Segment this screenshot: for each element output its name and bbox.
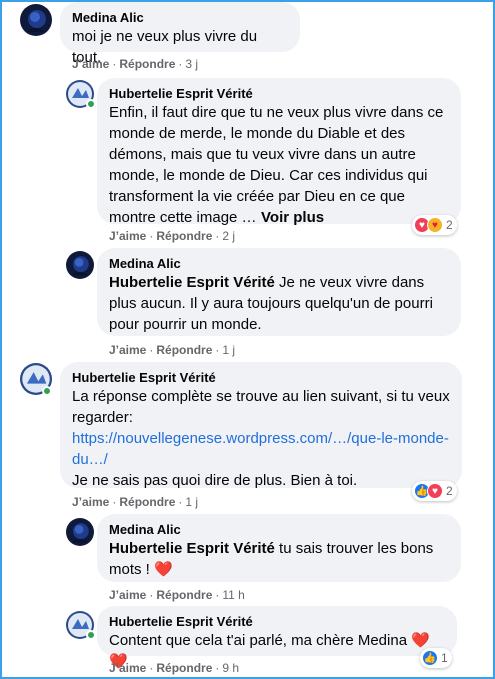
- comment-author[interactable]: Medina Alic: [109, 255, 449, 272]
- reaction-summary[interactable]: 👍 1: [420, 648, 452, 668]
- like-link[interactable]: J’aime: [72, 57, 109, 71]
- comment-actions: J’aime · Répondre · 3 j: [72, 57, 199, 71]
- mention-link[interactable]: Hubertelie Esprit Vérité: [109, 274, 275, 291]
- like-reaction-icon: 👍: [422, 650, 438, 666]
- comment-time[interactable]: 9 h: [222, 661, 239, 675]
- comment-time[interactable]: 3 j: [185, 57, 198, 71]
- comment-bubble: Medina Alic Hubertelie Esprit Vérité tu …: [97, 514, 461, 582]
- see-more-link[interactable]: Voir plus: [261, 209, 324, 226]
- comment-time[interactable]: 1 j: [222, 343, 235, 357]
- comment-author[interactable]: Medina Alic: [72, 9, 288, 26]
- reply-link[interactable]: Répondre: [156, 661, 212, 675]
- comment-time[interactable]: 1 j: [185, 495, 198, 509]
- comment-time[interactable]: 2 j: [222, 229, 235, 243]
- comment-bubble: Hubertelie Esprit Vérité Content que cel…: [97, 606, 457, 670]
- reaction-summary[interactable]: ♥ ♥ 2: [412, 215, 457, 235]
- reaction-summary[interactable]: 👍 ♥ 2: [412, 481, 457, 501]
- comment-bubble: Hubertelie Esprit Vérité La réponse comp…: [60, 362, 462, 489]
- comment-author[interactable]: Hubertelie Esprit Vérité: [72, 369, 450, 386]
- online-indicator: [42, 386, 52, 396]
- avatar-medina-alic[interactable]: [66, 518, 94, 546]
- comment-bubble: Medina Alic Hubertelie Esprit Vérité Je …: [97, 248, 461, 336]
- comment-actions: J’aime · Répondre · 1 j: [72, 495, 199, 509]
- reply-link[interactable]: Répondre: [119, 57, 175, 71]
- comment-bubble: Hubertelie Esprit Vérité Enfin, il faut …: [97, 78, 461, 226]
- like-link[interactable]: J’aime: [109, 229, 146, 243]
- like-link[interactable]: J’aime: [109, 661, 146, 675]
- comment-author[interactable]: Hubertelie Esprit Vérité: [109, 613, 445, 630]
- comment-actions: J’aime · Répondre · 9 h: [109, 661, 240, 675]
- comment-author[interactable]: Hubertelie Esprit Vérité: [109, 85, 449, 102]
- comment-actions: J’aime · Répondre · 2 j: [109, 229, 236, 243]
- mention-link[interactable]: Hubertelie Esprit Vérité: [109, 540, 275, 557]
- love-reaction-icon: ♥: [427, 483, 443, 499]
- external-link[interactable]: https://nouvellegenese.wordpress.com/…/q…: [72, 430, 449, 468]
- comment-text: Content que cela t'ai parlé, ma chère Me…: [109, 632, 408, 649]
- care-reaction-icon: ♥: [427, 217, 443, 233]
- online-indicator: [86, 630, 96, 640]
- comment-text: Enfin, il faut dire que tu ne veux plus …: [109, 104, 444, 226]
- reaction-count: 1: [441, 651, 448, 665]
- comment-text: La réponse complète se trouve au lien su…: [72, 388, 450, 426]
- comment-actions: J’aime · Répondre · 11 h: [109, 588, 245, 602]
- comment-text: Je ne sais pas quoi dire de plus. Bien à…: [72, 472, 358, 489]
- reply-link[interactable]: Répondre: [156, 588, 212, 602]
- like-link[interactable]: J’aime: [109, 588, 146, 602]
- avatar-medina-alic[interactable]: [20, 4, 52, 36]
- comment-time[interactable]: 11 h: [222, 588, 244, 602]
- reply-link[interactable]: Répondre: [156, 343, 212, 357]
- like-link[interactable]: J’aime: [109, 343, 146, 357]
- like-link[interactable]: J’aime: [72, 495, 109, 509]
- comment-author[interactable]: Medina Alic: [109, 521, 449, 538]
- reaction-count: 2: [446, 218, 453, 232]
- comment-actions: J’aime · Répondre · 1 j: [109, 343, 236, 357]
- avatar-medina-alic[interactable]: [66, 251, 94, 279]
- reaction-count: 2: [446, 484, 453, 498]
- reply-link[interactable]: Répondre: [119, 495, 175, 509]
- online-indicator: [86, 99, 96, 109]
- comment-bubble: Medina Alic moi je ne veux plus vivre du…: [60, 2, 300, 66]
- heart-emoji: ❤️: [154, 561, 173, 578]
- reply-link[interactable]: Répondre: [156, 229, 212, 243]
